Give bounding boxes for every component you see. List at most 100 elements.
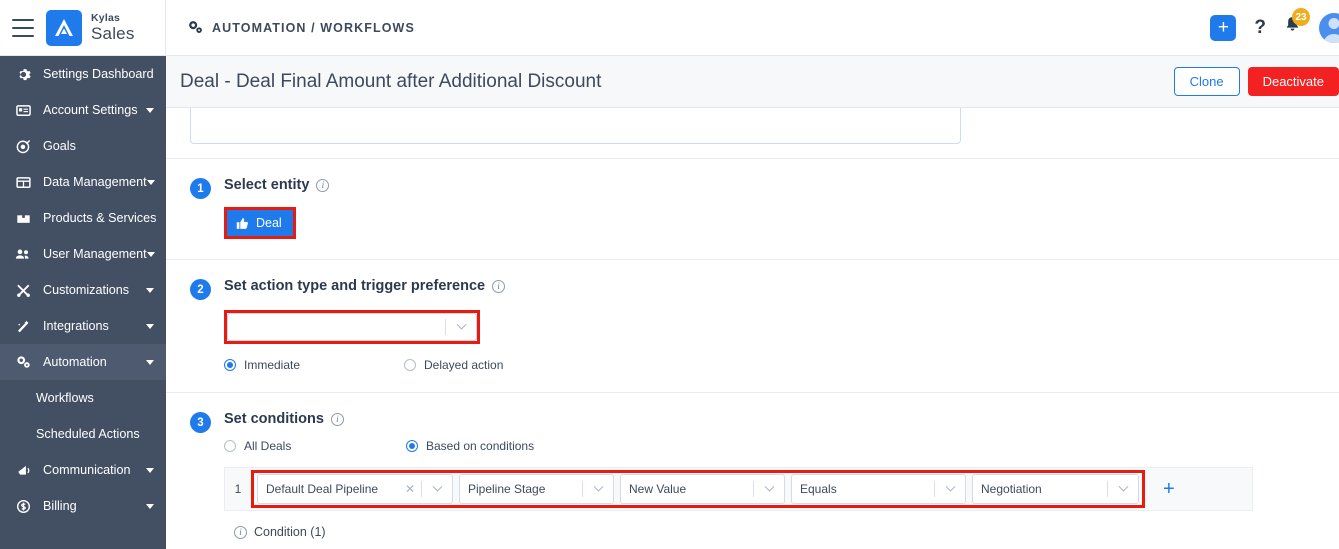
- step-action-type: 2 Set action type and trigger preference…: [166, 260, 1339, 393]
- condition-field-value: Negotiation: [973, 482, 1042, 496]
- chevron-down-icon[interactable]: [583, 486, 613, 493]
- top-bar: Kylas Sales AUTOMATION / WORKFLOWS + ? 2…: [0, 0, 1339, 56]
- page-container: Deal - Deal Final Amount after Additiona…: [166, 56, 1339, 549]
- step-title-text: Set conditions: [224, 411, 324, 427]
- add-condition-button[interactable]: +: [1145, 479, 1193, 499]
- sidebar-item-goals[interactable]: Goals: [0, 128, 166, 164]
- trigger-timing-radios: Immediate Delayed action: [224, 358, 1315, 372]
- chevron-down-icon[interactable]: [146, 288, 154, 293]
- sidebar-item-customizations[interactable]: Customizations: [0, 272, 166, 308]
- kylas-logo-icon[interactable]: [46, 10, 82, 46]
- target-icon: [14, 137, 32, 155]
- chevron-down-icon[interactable]: [935, 486, 965, 493]
- info-icon[interactable]: i: [331, 413, 344, 426]
- box-icon: [14, 209, 32, 227]
- step-body: Set action type and trigger preference i…: [224, 278, 1315, 372]
- radio-indicator: [224, 359, 236, 371]
- step-select-entity: 1 Select entity i Deal: [166, 159, 1339, 260]
- chevron-down-icon[interactable]: [146, 468, 154, 473]
- radio-based-on-conditions[interactable]: Based on conditions: [406, 439, 534, 453]
- chevron-down-icon[interactable]: [146, 324, 154, 329]
- condition-field-pipeline[interactable]: Default Deal Pipeline ✕: [257, 474, 453, 504]
- megaphone-icon: [14, 461, 32, 479]
- sidebar-item-integrations[interactable]: Integrations: [0, 308, 166, 344]
- sidebar-item-settings-dashboard[interactable]: Settings Dashboard: [0, 56, 166, 92]
- page-title: Deal - Deal Final Amount after Additiona…: [180, 71, 601, 93]
- radio-immediate[interactable]: Immediate: [224, 358, 404, 372]
- condition-mode-radios: All Deals Based on conditions: [224, 439, 1315, 453]
- condition-row: 1 Default Deal Pipeline ✕ Pipeline Stage: [224, 467, 1253, 511]
- sidebar-item-products-services[interactable]: Products & Services: [0, 200, 166, 236]
- chevron-down-icon[interactable]: [146, 108, 154, 113]
- info-icon[interactable]: i: [234, 526, 247, 539]
- chevron-down-icon[interactable]: [147, 252, 155, 257]
- sidebar-item-label: Communication: [43, 463, 131, 477]
- tools-icon: [14, 281, 32, 299]
- condition-count-label: Condition (1): [254, 525, 326, 539]
- page-header-actions: Clone Deactivate: [1174, 67, 1339, 96]
- trigger-select[interactable]: When a deal is updated: [227, 313, 477, 341]
- sidebar-item-data-management[interactable]: Data Management: [0, 164, 166, 200]
- step-title-text: Select entity: [224, 177, 309, 193]
- sidebar-item-label: Account Settings: [43, 103, 138, 117]
- chevron-down-icon[interactable]: [754, 486, 784, 493]
- condition-fields-highlight: Default Deal Pipeline ✕ Pipeline Stage: [251, 470, 1145, 508]
- sidebar: Settings Dashboard Account Settings Goal…: [0, 56, 166, 549]
- step-body: Select entity i Deal: [224, 177, 1315, 239]
- brand-name-top: Kylas: [91, 13, 135, 24]
- sidebar-item-account-settings[interactable]: Account Settings: [0, 92, 166, 128]
- step-set-conditions: 3 Set conditions i All Deals Based on co…: [166, 393, 1339, 549]
- condition-field-attribute[interactable]: Pipeline Stage: [459, 474, 614, 504]
- sidebar-item-label: Customizations: [43, 283, 129, 297]
- brand-text: Kylas Sales: [91, 13, 135, 42]
- sidebar-item-label: Automation: [43, 355, 107, 369]
- chevron-down-icon[interactable]: [146, 360, 154, 365]
- sidebar-item-scheduled-actions[interactable]: Scheduled Actions: [0, 416, 166, 452]
- workflow-description-input[interactable]: [190, 108, 961, 144]
- dollar-circle-icon: [14, 497, 32, 515]
- magic-wand-icon: [14, 317, 32, 335]
- sidebar-item-workflows[interactable]: Workflows: [0, 380, 166, 416]
- radio-label: Based on conditions: [426, 439, 534, 453]
- condition-field-operator[interactable]: Equals: [791, 474, 966, 504]
- topbar-actions: + ? 23: [1210, 13, 1339, 43]
- info-icon[interactable]: i: [316, 179, 329, 192]
- chevron-down-icon[interactable]: [422, 486, 452, 493]
- radio-delayed-action[interactable]: Delayed action: [404, 358, 503, 372]
- condition-field-valuetype[interactable]: New Value: [620, 474, 785, 504]
- step-title: Select entity i: [224, 177, 1315, 193]
- notifications-button[interactable]: 23: [1284, 16, 1301, 39]
- sidebar-item-communication[interactable]: Communication: [0, 452, 166, 488]
- radio-all-deals[interactable]: All Deals: [224, 439, 406, 453]
- thumbs-up-icon: [236, 217, 249, 230]
- logo-glyph: [53, 18, 75, 38]
- radio-label: Immediate: [244, 358, 300, 372]
- brand-name-bottom: Sales: [91, 25, 135, 42]
- chevron-down-icon[interactable]: [147, 180, 155, 185]
- entity-deal-button[interactable]: Deal: [227, 210, 293, 236]
- chevron-down-icon[interactable]: [1108, 486, 1138, 493]
- sidebar-item-automation[interactable]: Automation: [0, 344, 166, 380]
- entity-highlight: Deal: [224, 207, 296, 239]
- deactivate-button[interactable]: Deactivate: [1248, 67, 1339, 96]
- close-icon[interactable]: ✕: [399, 482, 421, 496]
- info-icon[interactable]: i: [492, 280, 505, 293]
- automation-gears-icon: [14, 353, 32, 371]
- avatar[interactable]: [1319, 13, 1339, 43]
- breadcrumb[interactable]: AUTOMATION / WORKFLOWS: [188, 20, 415, 35]
- sidebar-subitem-label: Workflows: [36, 391, 94, 405]
- condition-field-value-select[interactable]: Negotiation: [972, 474, 1139, 504]
- trigger-selection: When a deal is updated: [224, 310, 1315, 344]
- sidebar-subitem-label: Scheduled Actions: [36, 427, 140, 441]
- chevron-down-icon[interactable]: [446, 324, 476, 331]
- step-number-badge: 3: [190, 412, 211, 433]
- add-icon[interactable]: +: [1210, 15, 1236, 41]
- sidebar-item-billing[interactable]: Billing: [0, 488, 166, 524]
- step-number-badge: 1: [190, 178, 211, 199]
- page-header: Deal - Deal Final Amount after Additiona…: [166, 56, 1339, 108]
- hamburger-icon[interactable]: [12, 19, 34, 37]
- sidebar-item-user-management[interactable]: User Management: [0, 236, 166, 272]
- clone-button[interactable]: Clone: [1174, 67, 1240, 96]
- help-icon[interactable]: ?: [1254, 17, 1266, 39]
- chevron-down-icon[interactable]: [146, 504, 154, 509]
